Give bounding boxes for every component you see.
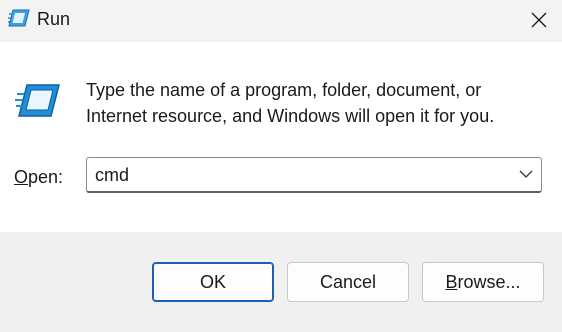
cancel-button[interactable]: Cancel: [287, 262, 409, 302]
window-title: Run: [37, 9, 71, 29]
browse-label: rowse...: [457, 271, 521, 292]
ok-button[interactable]: OK: [152, 262, 274, 302]
open-combobox[interactable]: [86, 157, 542, 193]
button-bar: OK Cancel Browse...: [0, 232, 562, 332]
description-line-1: Type the name of a program, folder, docu…: [86, 80, 482, 100]
title-bar: Run: [0, 0, 562, 42]
close-button[interactable]: [516, 0, 562, 40]
browse-accelerator: B: [445, 271, 458, 292]
close-icon: [531, 12, 547, 28]
browse-button[interactable]: Browse...: [422, 262, 544, 302]
open-label-accelerator: O: [14, 167, 29, 187]
description-line-2: Internet resource, and Windows will open…: [86, 106, 495, 126]
open-label-text: pen:: [28, 167, 64, 187]
open-input[interactable]: [95, 162, 495, 188]
open-label: Open:: [14, 167, 63, 188]
run-icon: [15, 83, 60, 118]
description-text: Type the name of a program, folder, docu…: [86, 77, 546, 129]
chevron-down-icon[interactable]: [519, 169, 533, 179]
dialog-content: Type the name of a program, folder, docu…: [0, 42, 562, 232]
run-app-icon: [8, 9, 30, 27]
